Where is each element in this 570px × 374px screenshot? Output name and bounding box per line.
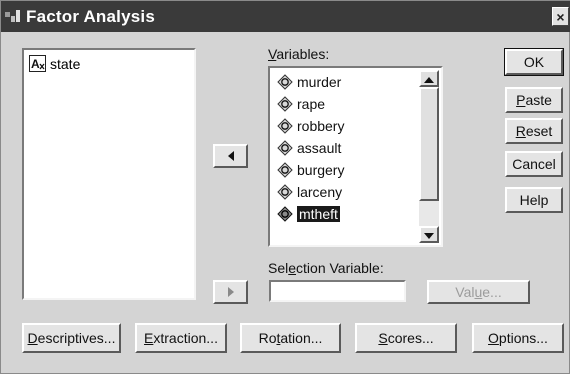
scale-variable-icon (277, 206, 293, 222)
cancel-button[interactable]: Cancel (505, 151, 563, 177)
scores-button[interactable]: Scores... (355, 323, 457, 353)
source-variable-list[interactable]: A state (22, 48, 196, 300)
source-list-item-label: state (50, 55, 81, 72)
list-item[interactable]: rape (277, 94, 325, 114)
list-item-label: assault (297, 140, 342, 156)
arrow-left-icon (227, 148, 235, 164)
spss-app-icon (4, 7, 22, 25)
list-item[interactable]: larceny (277, 182, 342, 202)
variables-list[interactable]: murder rape robbery assault burgery larc… (268, 66, 443, 247)
arrow-right-icon (227, 284, 235, 300)
close-icon: × (556, 9, 565, 25)
list-item-label: mtheft (297, 206, 340, 222)
scale-variable-icon (277, 96, 293, 112)
svg-text:A: A (31, 57, 40, 71)
arrow-down-icon (424, 226, 434, 244)
variables-scrollbar[interactable] (419, 70, 439, 243)
list-item[interactable]: burgery (277, 160, 344, 180)
descriptives-button[interactable]: Descriptives... (22, 323, 121, 353)
scroll-down-button[interactable] (419, 226, 439, 243)
move-to-variables-button[interactable] (213, 144, 248, 168)
list-item-label: murder (297, 74, 342, 90)
factor-analysis-dialog: Factor Analysis × A state Variables: mur… (0, 0, 570, 374)
extraction-button[interactable]: Extraction... (135, 323, 227, 353)
scale-variable-icon (277, 184, 293, 200)
title-bar[interactable]: Factor Analysis × (1, 1, 570, 32)
value-button[interactable]: Val u e... (427, 280, 530, 304)
scale-variable-icon (277, 162, 293, 178)
list-item-label: rape (297, 96, 326, 112)
list-item-label: burgery (297, 162, 345, 178)
string-variable-icon: A (29, 55, 46, 72)
scroll-up-button[interactable] (419, 70, 439, 87)
close-button[interactable]: × (552, 7, 569, 26)
selection-variable-field[interactable] (269, 280, 406, 302)
paste-button[interactable]: Paste (505, 87, 563, 113)
move-to-selection-button[interactable] (213, 280, 248, 304)
reset-button[interactable]: Reset (505, 118, 563, 144)
variables-label: Variables: (268, 46, 330, 62)
help-button[interactable]: Help (505, 187, 563, 213)
rotation-button[interactable]: Ro t ation... (240, 323, 341, 353)
list-item[interactable]: robbery (277, 116, 344, 136)
options-button[interactable]: Options... (472, 323, 564, 353)
scrollbar-thumb[interactable] (419, 87, 439, 201)
list-item[interactable]: assault (277, 138, 341, 158)
window-title: Factor Analysis (26, 7, 155, 26)
list-item-label: robbery (297, 118, 345, 134)
scale-variable-icon (277, 74, 293, 90)
list-item[interactable]: murder (277, 72, 341, 92)
source-list-item[interactable]: A state (29, 55, 80, 72)
arrow-up-icon (424, 70, 434, 88)
list-item-selected[interactable]: mtheft (277, 204, 340, 224)
scale-variable-icon (277, 118, 293, 134)
ok-button[interactable]: OK (504, 48, 564, 76)
scale-variable-icon (277, 140, 293, 156)
selection-variable-label: Selection Variable: (268, 260, 384, 276)
list-item-label: larceny (297, 184, 343, 200)
